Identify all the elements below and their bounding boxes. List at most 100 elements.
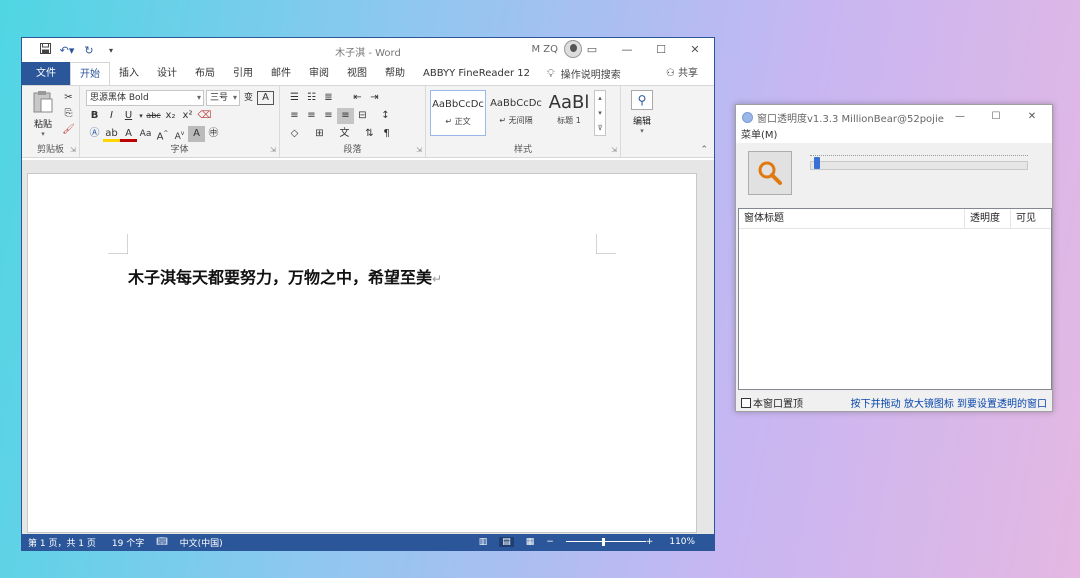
- zoom-thumb[interactable]: [601, 538, 605, 546]
- change-case-icon[interactable]: Aa: [137, 126, 154, 142]
- font-name-select[interactable]: 思源黑体 Bold: [86, 90, 204, 106]
- styles-scroll[interactable]: ▴ ▾ ⊽: [594, 90, 606, 136]
- underline-icon[interactable]: U: [120, 108, 137, 124]
- zoom-slider[interactable]: [560, 538, 646, 546]
- underline-dropdown-icon[interactable]: ▾: [137, 108, 145, 124]
- superscript-icon[interactable]: x²: [179, 108, 196, 124]
- cut-icon[interactable]: ✂: [60, 90, 77, 106]
- increase-indent-icon[interactable]: ⇥: [366, 90, 383, 106]
- read-mode-icon[interactable]: ▥: [479, 537, 488, 547]
- paste-button[interactable]: 粘贴 ▾: [30, 90, 56, 138]
- language[interactable]: 中文(中国): [180, 536, 223, 549]
- magnifier-button[interactable]: [748, 151, 792, 195]
- phonetic-guide-icon[interactable]: 变: [240, 90, 257, 106]
- numbering-icon[interactable]: ☷: [303, 90, 320, 106]
- show-marks-icon[interactable]: ¶: [378, 126, 395, 142]
- align-center-icon[interactable]: ≡: [303, 108, 320, 124]
- tell-me-search[interactable]: 💡︎ 操作说明搜索: [539, 62, 629, 85]
- style-no-spacing[interactable]: AaBbCcDc ↵ 无间隔: [488, 90, 544, 136]
- col-window-title[interactable]: 窗体标题: [739, 209, 965, 228]
- text-effects-icon[interactable]: Ⓐ: [86, 126, 103, 142]
- customize-qat-icon[interactable]: ▾: [100, 46, 122, 55]
- highlight-icon[interactable]: ab: [103, 126, 120, 142]
- borders-icon[interactable]: ⊞: [311, 126, 328, 142]
- tab-insert[interactable]: 插入: [110, 62, 148, 85]
- decrease-indent-icon[interactable]: ⇤: [349, 90, 366, 106]
- tool-maximize-button[interactable]: ☐: [978, 105, 1014, 129]
- proofing-icon[interactable]: 📖︎: [156, 537, 167, 547]
- styles-down-icon[interactable]: ▾: [595, 106, 605, 121]
- font-color-icon[interactable]: A: [120, 126, 137, 142]
- copy-icon[interactable]: ⎘: [60, 106, 77, 122]
- save-icon[interactable]: [34, 43, 56, 57]
- sort-icon[interactable]: ⇅: [361, 126, 378, 142]
- styles-launcher-icon[interactable]: ⇲: [611, 146, 617, 154]
- paragraph-launcher-icon[interactable]: ⇲: [416, 146, 422, 154]
- user-name[interactable]: M ZQ: [531, 44, 558, 55]
- tool-minimize-button[interactable]: —: [942, 105, 978, 129]
- tab-abbyy[interactable]: ABBYY FineReader 12: [414, 62, 539, 85]
- tab-design[interactable]: 设计: [148, 62, 186, 85]
- tab-review[interactable]: 审阅: [300, 62, 338, 85]
- subscript-icon[interactable]: x₂: [162, 108, 179, 124]
- web-layout-icon[interactable]: ▦: [526, 537, 535, 547]
- tab-file[interactable]: 文件: [22, 62, 70, 85]
- print-layout-icon[interactable]: ▤: [499, 537, 514, 547]
- multilevel-list-icon[interactable]: ≣: [320, 90, 337, 106]
- share-button[interactable]: ⚇ 共享: [666, 62, 698, 86]
- enclosed-char-icon[interactable]: ㊥: [205, 126, 222, 142]
- zoom-level[interactable]: 110%: [669, 537, 695, 547]
- tab-references[interactable]: 引用: [224, 62, 262, 85]
- justify-icon[interactable]: ≡: [337, 108, 354, 124]
- close-button[interactable]: ✕: [678, 38, 712, 62]
- char-shading-icon[interactable]: A: [188, 126, 205, 142]
- word-count[interactable]: 19 个字: [112, 536, 144, 549]
- align-left-icon[interactable]: ≡: [286, 108, 303, 124]
- collapse-ribbon-icon[interactable]: ⌃: [700, 145, 708, 155]
- styles-up-icon[interactable]: ▴: [595, 91, 605, 106]
- minimize-button[interactable]: —: [610, 38, 644, 62]
- tool-close-button[interactable]: ✕: [1014, 105, 1050, 129]
- distributed-icon[interactable]: ⊟: [354, 108, 371, 124]
- strikethrough-icon[interactable]: abc: [145, 108, 162, 124]
- line-spacing-icon[interactable]: ↕: [377, 108, 394, 124]
- font-size-select[interactable]: 三号: [206, 90, 240, 106]
- page-count[interactable]: 第 1 页，共 1 页: [28, 536, 96, 549]
- ribbon-display-icon[interactable]: ▭: [575, 38, 609, 62]
- tab-mailings[interactable]: 邮件: [262, 62, 300, 85]
- clear-formatting-icon[interactable]: ⌫: [196, 108, 213, 124]
- style-normal[interactable]: AaBbCcDc ↵ 正文: [430, 90, 486, 136]
- tab-view[interactable]: 视图: [338, 62, 376, 85]
- col-visible[interactable]: 可见: [1011, 209, 1049, 228]
- italic-icon[interactable]: I: [103, 108, 120, 124]
- styles-more-icon[interactable]: ⊽: [595, 121, 605, 136]
- topmost-checkbox[interactable]: [741, 397, 751, 408]
- bold-icon[interactable]: B: [86, 108, 103, 124]
- zoom-out-icon[interactable]: −: [546, 537, 554, 547]
- chinese-layout-icon[interactable]: 文: [336, 126, 353, 142]
- align-right-icon[interactable]: ≡: [320, 108, 337, 124]
- format-painter-icon[interactable]: 🖌︎: [60, 122, 77, 138]
- document-page[interactable]: 木子淇每天都要努力，万物之中，希望至美↵: [27, 173, 697, 533]
- topmost-label[interactable]: 本窗口置顶: [753, 395, 803, 410]
- tool-menu[interactable]: 菜单(M): [736, 129, 1052, 143]
- font-launcher-icon[interactable]: ⇲: [270, 146, 276, 154]
- window-list[interactable]: 窗体标题 透明度 可见: [738, 208, 1052, 390]
- maximize-button[interactable]: ☐: [644, 38, 678, 62]
- tab-home[interactable]: 开始: [70, 62, 110, 85]
- grow-font-icon[interactable]: A^: [154, 126, 171, 142]
- editing-button[interactable]: ⚲ 编辑 ▾: [629, 90, 655, 135]
- bullets-icon[interactable]: ☰: [286, 90, 303, 106]
- tab-layout[interactable]: 布局: [186, 62, 224, 85]
- clipboard-launcher-icon[interactable]: ⇲: [70, 146, 76, 154]
- document-text[interactable]: 木子淇每天都要努力，万物之中，希望至美↵: [128, 264, 442, 288]
- slider-thumb[interactable]: [814, 157, 820, 169]
- char-border-icon[interactable]: A: [257, 91, 274, 105]
- shrink-font-icon[interactable]: Av: [171, 126, 188, 142]
- shading-icon[interactable]: ◇: [286, 126, 303, 142]
- zoom-in-icon[interactable]: +: [646, 537, 654, 547]
- undo-icon[interactable]: ↶▾: [56, 44, 78, 57]
- tab-help[interactable]: 帮助: [376, 62, 414, 85]
- col-opacity[interactable]: 透明度: [965, 209, 1011, 228]
- redo-icon[interactable]: ↻: [78, 44, 100, 57]
